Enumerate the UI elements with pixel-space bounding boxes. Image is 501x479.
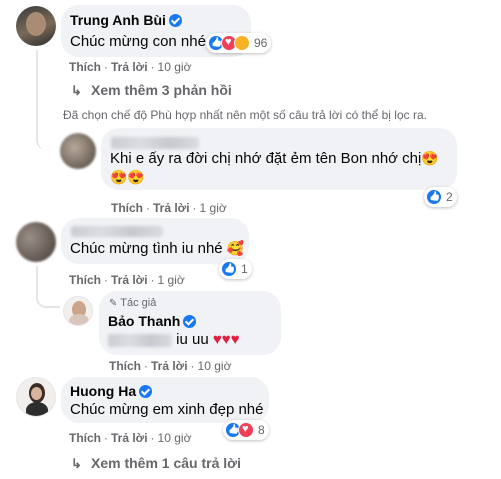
- reaction-summary[interactable]: 2: [424, 187, 457, 207]
- care-reaction-icon: [234, 35, 250, 51]
- filter-note: Đã chọn chế độ Phù hợp nhất nên một số c…: [63, 108, 427, 122]
- like-button[interactable]: Thích: [111, 201, 143, 215]
- commenter-name[interactable]: Bảo Thanh: [108, 313, 197, 329]
- like-button[interactable]: Thích: [69, 273, 101, 287]
- reply-actions: Thích · Trả lời · 10 giờ: [109, 359, 232, 373]
- commenter-name[interactable]: Trung Anh Bùi: [70, 12, 182, 28]
- reply-arrow-icon: ↳: [71, 456, 82, 471]
- reply-text-emoji: 😍😍: [110, 169, 145, 185]
- reply-button[interactable]: Trả lời: [111, 273, 148, 287]
- blurred-name: [71, 223, 163, 241]
- reaction-summary[interactable]: 8: [223, 420, 269, 440]
- blurred-mention: [108, 333, 172, 347]
- like-button[interactable]: Thích: [109, 359, 141, 373]
- reaction-count: 2: [446, 190, 453, 204]
- comment-text: Chúc mừng con nhé: [70, 33, 206, 50]
- timestamp[interactable]: 10 giờ: [158, 431, 192, 445]
- reply-button[interactable]: Trả lời: [153, 201, 190, 215]
- reply-button[interactable]: Trả lời: [111, 60, 148, 74]
- like-button[interactable]: Thích: [69, 60, 101, 74]
- verified-badge-icon: [168, 14, 182, 27]
- heart-eyes-emoji: 😍: [421, 150, 439, 166]
- reaction-count: 96: [254, 36, 268, 50]
- reply-bubble: Khi e ấy ra đời chị nhớ đặt ẻm tên Bon n…: [101, 128, 457, 190]
- comment-text: Chúc mừng tình iu nhé 🥰: [70, 240, 245, 257]
- reply-arrow-icon: ↳: [71, 83, 82, 98]
- like-reaction-icon: [221, 261, 237, 277]
- thread-connector: [36, 266, 60, 308]
- avatar-body: [26, 402, 48, 416]
- timestamp[interactable]: 1 giờ: [158, 273, 185, 287]
- reply-button[interactable]: Trả lời: [151, 359, 188, 373]
- avatar-bao-thanh[interactable]: [63, 296, 93, 326]
- avatar-huong-ha[interactable]: [16, 377, 56, 417]
- verified-badge-icon: [139, 385, 153, 398]
- verified-badge-icon: [183, 315, 197, 328]
- reaction-count: 1: [241, 262, 248, 276]
- like-button[interactable]: Thích: [69, 431, 101, 445]
- view-more-replies-link[interactable]: ↳ Xem thêm 3 phản hồi: [71, 82, 232, 99]
- commenter-name[interactable]: Huong Ha: [70, 383, 153, 399]
- reaction-summary[interactable]: 96: [206, 33, 272, 53]
- comment-bubble: Chúc mừng tình iu nhé 🥰: [61, 218, 249, 264]
- author-pen-icon: ✎: [109, 298, 118, 309]
- comment-actions: Thích · Trả lời · 1 giờ: [69, 273, 185, 287]
- thread-connector: [36, 50, 54, 150]
- reply-text: Khi e ấy ra đời chị nhớ đặt ẻm tên Bon n…: [110, 150, 439, 167]
- timestamp[interactable]: 10 giờ: [198, 359, 232, 373]
- avatar-face: [31, 387, 42, 400]
- reply-text: iu uu ♥♥♥: [108, 331, 240, 348]
- author-tag: ✎ Tác giả: [109, 297, 157, 309]
- timestamp[interactable]: 10 giờ: [158, 60, 192, 74]
- comment-actions: Thích · Trả lời · 10 giờ: [69, 431, 192, 445]
- avatar-face: [26, 12, 46, 36]
- reply-actions: Thích · Trả lời · 1 giờ: [111, 201, 227, 215]
- heart-emoji: ♥: [212, 331, 222, 348]
- timestamp[interactable]: 1 giờ: [200, 201, 227, 215]
- comment-bubble: Huong Ha Chúc mừng em xinh đẹp nhé: [61, 377, 269, 423]
- reply-button[interactable]: Trả lời: [111, 431, 148, 445]
- like-reaction-icon: [426, 189, 442, 205]
- avatar-body: [69, 314, 89, 325]
- avatar-anonymous[interactable]: [16, 222, 56, 262]
- comment-text: Chúc mừng em xinh đẹp nhé: [70, 401, 264, 418]
- reaction-count: 8: [258, 423, 265, 437]
- avatar-anonymous[interactable]: [60, 133, 96, 169]
- reply-bubble: ✎ Tác giả Bảo Thanh iu uu ♥♥♥: [99, 291, 281, 355]
- love-reaction-icon: [238, 422, 254, 438]
- view-more-replies-link[interactable]: ↳ Xem thêm 1 câu trả lời: [71, 455, 241, 472]
- avatar-trung-anh-bui[interactable]: [16, 6, 56, 46]
- reaction-summary[interactable]: 1: [219, 259, 252, 279]
- smiling-hearts-emoji: 🥰: [226, 240, 245, 256]
- comment-actions: Thích · Trả lời · 10 giờ: [69, 60, 192, 74]
